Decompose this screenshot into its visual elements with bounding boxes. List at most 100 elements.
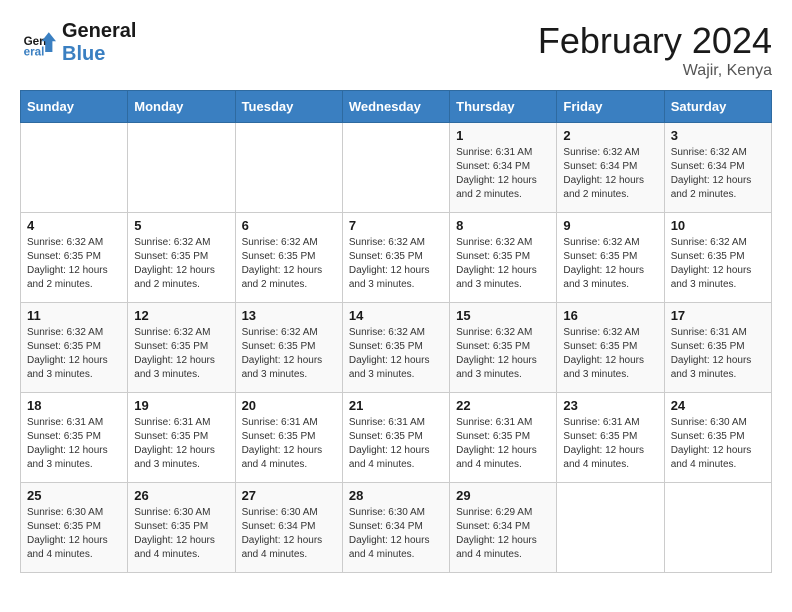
calendar-header-row: Sunday Monday Tuesday Wednesday Thursday…	[21, 91, 772, 123]
day-detail: Sunrise: 6:32 AMSunset: 6:35 PMDaylight:…	[134, 236, 228, 292]
header-monday: Monday	[128, 91, 235, 123]
day-number: 14	[349, 308, 443, 323]
header-saturday: Saturday	[664, 91, 771, 123]
day-detail: Sunrise: 6:32 AMSunset: 6:35 PMDaylight:…	[563, 236, 657, 292]
day-number: 27	[242, 488, 336, 503]
calendar-cell: 6 Sunrise: 6:32 AMSunset: 6:35 PMDaylight…	[235, 213, 342, 303]
header-sunday: Sunday	[21, 91, 128, 123]
day-number: 2	[563, 128, 657, 143]
calendar-week-1: 1 Sunrise: 6:31 AMSunset: 6:34 PMDaylight…	[21, 123, 772, 213]
calendar-cell: 1 Sunrise: 6:31 AMSunset: 6:34 PMDaylight…	[450, 123, 557, 213]
month-title: February 2024	[538, 20, 772, 62]
calendar-week-2: 4 Sunrise: 6:32 AMSunset: 6:35 PMDaylight…	[21, 213, 772, 303]
calendar-cell	[21, 123, 128, 213]
day-detail: Sunrise: 6:32 AMSunset: 6:35 PMDaylight:…	[242, 236, 336, 292]
calendar-body: 1 Sunrise: 6:31 AMSunset: 6:34 PMDaylight…	[21, 123, 772, 573]
calendar-cell	[342, 123, 449, 213]
day-detail: Sunrise: 6:32 AMSunset: 6:35 PMDaylight:…	[242, 326, 336, 382]
day-detail: Sunrise: 6:32 AMSunset: 6:35 PMDaylight:…	[671, 236, 765, 292]
calendar-cell: 20 Sunrise: 6:31 AMSunset: 6:35 PMDayligh…	[235, 393, 342, 483]
day-number: 24	[671, 398, 765, 413]
calendar-cell: 24 Sunrise: 6:30 AMSunset: 6:35 PMDayligh…	[664, 393, 771, 483]
calendar-week-5: 25 Sunrise: 6:30 AMSunset: 6:35 PMDayligh…	[21, 483, 772, 573]
header-thursday: Thursday	[450, 91, 557, 123]
calendar-cell: 23 Sunrise: 6:31 AMSunset: 6:35 PMDayligh…	[557, 393, 664, 483]
calendar-cell: 22 Sunrise: 6:31 AMSunset: 6:35 PMDayligh…	[450, 393, 557, 483]
calendar-cell: 13 Sunrise: 6:32 AMSunset: 6:35 PMDayligh…	[235, 303, 342, 393]
calendar-cell: 11Sunrise: 6:32 AMSunset: 6:35 PMDayligh…	[21, 303, 128, 393]
day-detail: Sunrise: 6:32 AMSunset: 6:35 PMDaylight:…	[27, 326, 121, 382]
calendar-cell: 9 Sunrise: 6:32 AMSunset: 6:35 PMDaylight…	[557, 213, 664, 303]
calendar-cell: 4 Sunrise: 6:32 AMSunset: 6:35 PMDaylight…	[21, 213, 128, 303]
day-number: 9	[563, 218, 657, 233]
day-number: 29	[456, 488, 550, 503]
day-detail: Sunrise: 6:31 AMSunset: 6:35 PMDaylight:…	[456, 416, 550, 472]
day-detail: Sunrise: 6:32 AMSunset: 6:34 PMDaylight:…	[563, 146, 657, 202]
header-tuesday: Tuesday	[235, 91, 342, 123]
calendar-cell: 7Sunrise: 6:32 AMSunset: 6:35 PMDaylight…	[342, 213, 449, 303]
day-number: 1	[456, 128, 550, 143]
day-detail: Sunrise: 6:31 AMSunset: 6:35 PMDaylight:…	[134, 416, 228, 472]
header-friday: Friday	[557, 91, 664, 123]
day-detail: Sunrise: 6:31 AMSunset: 6:34 PMDaylight:…	[456, 146, 550, 202]
day-number: 25	[27, 488, 121, 503]
calendar-cell: 12Sunrise: 6:32 AMSunset: 6:35 PMDayligh…	[128, 303, 235, 393]
calendar-cell: 15 Sunrise: 6:32 AMSunset: 6:35 PMDayligh…	[450, 303, 557, 393]
day-number: 18	[27, 398, 121, 413]
calendar-cell: 18 Sunrise: 6:31 AMSunset: 6:35 PMDayligh…	[21, 393, 128, 483]
day-number: 6	[242, 218, 336, 233]
calendar-cell: 26Sunrise: 6:30 AMSunset: 6:35 PMDayligh…	[128, 483, 235, 573]
day-detail: Sunrise: 6:32 AMSunset: 6:35 PMDaylight:…	[563, 326, 657, 382]
svg-text:eral: eral	[24, 46, 45, 59]
day-number: 26	[134, 488, 228, 503]
day-number: 23	[563, 398, 657, 413]
calendar-cell: 8Sunrise: 6:32 AMSunset: 6:35 PMDaylight…	[450, 213, 557, 303]
calendar-cell	[128, 123, 235, 213]
logo: Gen eral General Blue	[20, 20, 136, 66]
day-number: 5	[134, 218, 228, 233]
title-area: February 2024 Wajir, Kenya	[538, 20, 772, 80]
day-detail: Sunrise: 6:32 AMSunset: 6:35 PMDaylight:…	[27, 236, 121, 292]
calendar-cell	[557, 483, 664, 573]
logo-text: General Blue	[62, 20, 136, 66]
day-number: 19	[134, 398, 228, 413]
day-detail: Sunrise: 6:31 AMSunset: 6:35 PMDaylight:…	[242, 416, 336, 472]
day-number: 4	[27, 218, 121, 233]
day-detail: Sunrise: 6:32 AMSunset: 6:35 PMDaylight:…	[349, 326, 443, 382]
calendar-cell: 28 Sunrise: 6:30 AMSunset: 6:34 PMDayligh…	[342, 483, 449, 573]
day-detail: Sunrise: 6:31 AMSunset: 6:35 PMDaylight:…	[563, 416, 657, 472]
day-number: 21	[349, 398, 443, 413]
day-detail: Sunrise: 6:29 AMSunset: 6:34 PMDaylight:…	[456, 506, 550, 562]
day-detail: Sunrise: 6:32 AMSunset: 6:34 PMDaylight:…	[671, 146, 765, 202]
day-detail: Sunrise: 6:31 AMSunset: 6:35 PMDaylight:…	[349, 416, 443, 472]
day-detail: Sunrise: 6:30 AMSunset: 6:34 PMDaylight:…	[349, 506, 443, 562]
day-number: 16	[563, 308, 657, 323]
calendar-week-3: 11Sunrise: 6:32 AMSunset: 6:35 PMDayligh…	[21, 303, 772, 393]
day-detail: Sunrise: 6:30 AMSunset: 6:34 PMDaylight:…	[242, 506, 336, 562]
day-detail: Sunrise: 6:30 AMSunset: 6:35 PMDaylight:…	[27, 506, 121, 562]
day-number: 17	[671, 308, 765, 323]
day-detail: Sunrise: 6:30 AMSunset: 6:35 PMDaylight:…	[671, 416, 765, 472]
day-number: 13	[242, 308, 336, 323]
calendar-cell: 5 Sunrise: 6:32 AMSunset: 6:35 PMDaylight…	[128, 213, 235, 303]
day-number: 28	[349, 488, 443, 503]
day-detail: Sunrise: 6:32 AMSunset: 6:35 PMDaylight:…	[456, 326, 550, 382]
day-detail: Sunrise: 6:32 AMSunset: 6:35 PMDaylight:…	[456, 236, 550, 292]
day-number: 22	[456, 398, 550, 413]
calendar-cell: 10 Sunrise: 6:32 AMSunset: 6:35 PMDayligh…	[664, 213, 771, 303]
calendar-cell: 17 Sunrise: 6:31 AMSunset: 6:35 PMDayligh…	[664, 303, 771, 393]
day-number: 10	[671, 218, 765, 233]
page-header: Gen eral General Blue February 2024 Waji…	[20, 20, 772, 80]
day-detail: Sunrise: 6:31 AMSunset: 6:35 PMDaylight:…	[27, 416, 121, 472]
calendar-cell: 2 Sunrise: 6:32 AMSunset: 6:34 PMDaylight…	[557, 123, 664, 213]
calendar-table: Sunday Monday Tuesday Wednesday Thursday…	[20, 90, 772, 573]
day-number: 15	[456, 308, 550, 323]
day-number: 20	[242, 398, 336, 413]
calendar-cell: 19 Sunrise: 6:31 AMSunset: 6:35 PMDayligh…	[128, 393, 235, 483]
calendar-cell: 27 Sunrise: 6:30 AMSunset: 6:34 PMDayligh…	[235, 483, 342, 573]
day-number: 3	[671, 128, 765, 143]
calendar-cell	[235, 123, 342, 213]
day-detail: Sunrise: 6:31 AMSunset: 6:35 PMDaylight:…	[671, 326, 765, 382]
location: Wajir, Kenya	[538, 62, 772, 80]
calendar-cell: 14 Sunrise: 6:32 AMSunset: 6:35 PMDayligh…	[342, 303, 449, 393]
